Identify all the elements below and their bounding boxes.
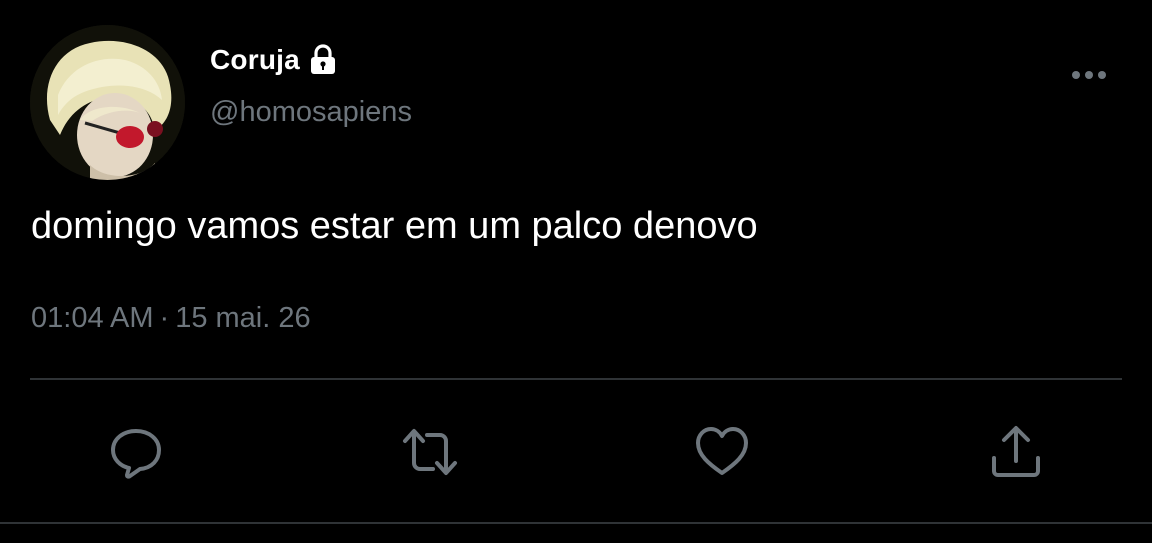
tweet-text: domingo vamos estar em um palco denovo xyxy=(31,205,758,247)
retweet-button[interactable] xyxy=(400,422,460,482)
reply-button[interactable] xyxy=(106,422,166,482)
avatar-image xyxy=(30,25,185,180)
tweet-card: Coruja @homosapiens domingo vamos estar … xyxy=(0,0,1152,543)
retweet-icon xyxy=(403,429,457,475)
avatar[interactable] xyxy=(30,25,185,180)
divider xyxy=(30,378,1122,380)
display-name[interactable]: Coruja xyxy=(210,44,300,76)
lock-icon xyxy=(308,44,338,76)
reply-icon xyxy=(111,429,161,479)
bottom-divider xyxy=(0,522,1152,524)
share-icon xyxy=(992,426,1040,477)
more-options-icon[interactable] xyxy=(1068,62,1110,88)
user-handle[interactable]: @homosapiens xyxy=(210,96,412,129)
tweet-timestamp[interactable]: 01:04 AM · 15 mai. 26 xyxy=(31,302,311,335)
like-button[interactable] xyxy=(692,422,752,482)
name-row: Coruja xyxy=(210,42,338,78)
share-button[interactable] xyxy=(986,422,1046,482)
tweet-time: 01:04 AM xyxy=(31,302,154,334)
heart-icon xyxy=(696,427,748,475)
tweet-date: 15 mai. 26 xyxy=(175,302,311,334)
meta-separator: · xyxy=(159,302,170,334)
